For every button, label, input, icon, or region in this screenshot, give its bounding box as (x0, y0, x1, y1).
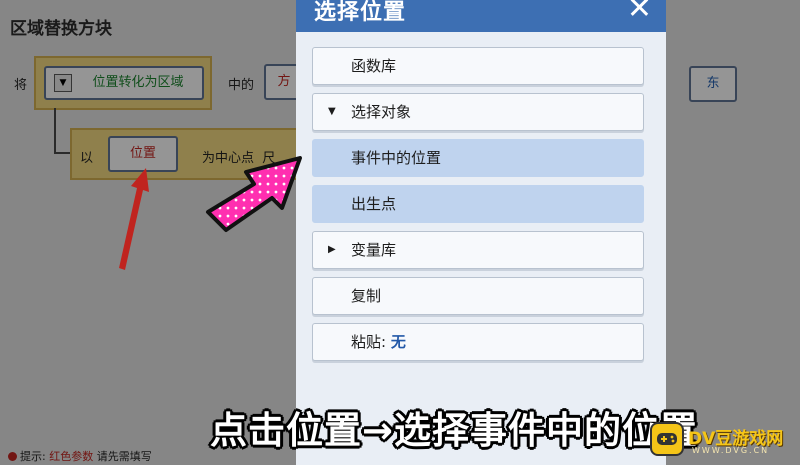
modal-title: 选择位置 (314, 0, 407, 25)
menu-item-label: 函数库 (351, 57, 397, 75)
pink-pointer-arrow-icon (206, 156, 302, 232)
menu-item-function-library[interactable]: 函数库 (312, 47, 644, 85)
menu-item-label: 粘贴: (351, 333, 387, 351)
watermark: DV豆游戏网 WWW.DVG.CN (650, 420, 796, 460)
tutorial-caption: 点击位置→选择事件中的位置 (210, 409, 699, 452)
modal-header: 选择位置 ✕ (296, 0, 666, 32)
menu-item-spawn-point[interactable]: 出生点 (312, 185, 644, 223)
menu-item-label: 事件中的位置 (351, 149, 442, 167)
menu-item-label: 变量库 (351, 241, 397, 259)
menu-item-variable-library[interactable]: ▶ 变量库 (312, 231, 644, 269)
triangle-down-icon: ▼ (328, 106, 336, 117)
menu-item-event-position[interactable]: 事件中的位置 (312, 139, 644, 177)
menu-list: 函数库 ▼ 选择对象 事件中的位置 出生点 ▶ 变量库 复制 粘贴: 无 (312, 47, 644, 369)
menu-item-copy[interactable]: 复制 (312, 277, 644, 315)
menu-item-label: 选择对象 (351, 103, 412, 121)
select-position-modal: 选择位置 ✕ 函数库 ▼ 选择对象 事件中的位置 出生点 ▶ 变量库 复制 粘贴… (296, 0, 666, 465)
menu-item-select-object[interactable]: ▼ 选择对象 (312, 93, 644, 131)
menu-item-label: 复制 (351, 287, 382, 305)
menu-item-label: 出生点 (351, 195, 397, 213)
watermark-url: WWW.DVG.CN (692, 446, 770, 455)
close-icon[interactable]: ✕ (627, 0, 652, 26)
gamepad-logo-icon (650, 422, 684, 456)
triangle-right-icon: ▶ (328, 244, 336, 255)
paste-value: 无 (390, 333, 406, 351)
menu-item-paste[interactable]: 粘贴: 无 (312, 323, 644, 361)
